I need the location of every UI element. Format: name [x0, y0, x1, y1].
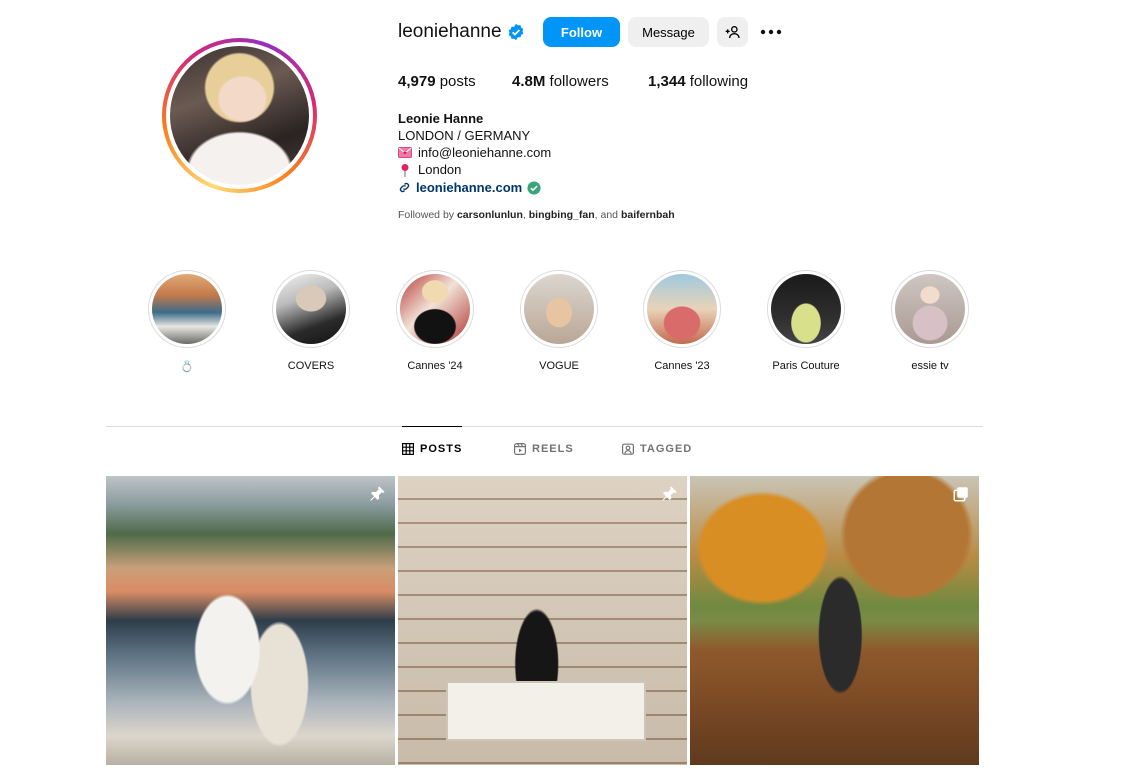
highlight-cover [643, 270, 721, 348]
followers-label: followers [549, 73, 609, 90]
post-image-detail [446, 681, 646, 741]
tab-tagged[interactable]: TAGGED [622, 427, 692, 471]
mutual-follower-link[interactable]: bingbing_fan [529, 209, 595, 221]
love-letter-icon [398, 147, 412, 158]
highlight-label: Cannes '24 [407, 360, 463, 372]
highlight-cover [891, 270, 969, 348]
mutual-follower-link[interactable]: carsonlunlun [457, 209, 523, 221]
carousel-icon [953, 487, 968, 502]
pin-icon [370, 486, 385, 501]
avatar-frame [166, 42, 313, 189]
round-pushpin-icon [401, 163, 409, 177]
story-highlight[interactable]: VOGUE [514, 270, 604, 372]
highlight-cover [396, 270, 474, 348]
message-button[interactable]: Message [628, 17, 709, 47]
link-icon [399, 182, 410, 193]
bio-email-row: info@leoniehanne.com [398, 144, 551, 161]
verified-badge-icon [508, 23, 524, 41]
pin-icon [662, 486, 677, 501]
verified-link-check-icon [527, 180, 541, 195]
bio-website-link[interactable]: leoniehanne.com [398, 179, 551, 196]
story-highlight[interactable]: Cannes '23 [637, 270, 727, 372]
suggested-users-button[interactable] [717, 17, 748, 47]
bio-location-line: LONDON / GERMANY [398, 128, 531, 143]
tagged-icon [622, 443, 634, 455]
post-thumbnail[interactable] [398, 476, 687, 765]
tab-reels-label: REELS [532, 443, 574, 455]
highlight-cover [767, 270, 845, 348]
story-highlight[interactable]: Paris Couture [761, 270, 851, 372]
profile-avatar-story-ring[interactable] [162, 38, 317, 193]
followers-stat-link[interactable]: 4.8M followers [512, 73, 609, 90]
bio-city-row: London [398, 161, 551, 178]
highlight-label: 💍 [180, 361, 194, 373]
post-thumbnail[interactable] [690, 476, 979, 765]
tab-tagged-label: TAGGED [640, 443, 693, 455]
posts-count: 4,979 [398, 73, 436, 90]
highlight-label: VOGUE [539, 360, 579, 372]
highlight-cover [148, 270, 226, 348]
highlight-image [647, 274, 717, 344]
story-highlight[interactable]: 💍 [142, 270, 232, 373]
highlight-image [771, 274, 841, 344]
story-highlight[interactable]: Cannes '24 [390, 270, 480, 372]
profile-bio: Leonie Hanne LONDON / GERMANY info@leoni… [398, 110, 551, 196]
followed-by-separator: , [522, 209, 526, 221]
follow-button[interactable]: Follow [543, 17, 620, 47]
add-user-icon [725, 26, 740, 39]
followed-by-line: Followed by carsonlunlun, bingbing_fan, … [398, 209, 675, 221]
profile-username: leoniehanne [398, 21, 502, 42]
mutual-follower-link[interactable]: baifernbah [621, 209, 675, 221]
tab-reels[interactable]: REELS [514, 427, 574, 471]
avatar [170, 46, 309, 185]
story-highlight[interactable]: essie tv [885, 270, 975, 372]
tab-posts[interactable]: POSTS [402, 426, 463, 470]
posts-count-stat: 4,979 posts [398, 73, 476, 90]
grid-icon [402, 442, 414, 455]
following-count: 1,344 [648, 73, 686, 90]
highlight-image [524, 274, 594, 344]
highlight-cover [272, 270, 350, 348]
more-options-icon[interactable] [759, 23, 783, 41]
highlight-label: Paris Couture [772, 360, 840, 372]
followed-by-prefix: Followed by [398, 209, 455, 221]
highlight-label: COVERS [287, 360, 335, 372]
bio-full-name: Leonie Hanne [398, 111, 484, 126]
highlight-cover [520, 270, 598, 348]
bio-city: London [418, 162, 462, 177]
highlight-image [895, 274, 965, 344]
following-label: following [689, 73, 749, 90]
bio-website-text: leoniehanne.com [416, 180, 523, 195]
highlight-image [400, 274, 470, 344]
following-stat-link[interactable]: 1,344 following [648, 73, 748, 90]
highlight-label: Cannes '23 [654, 360, 710, 372]
highlight-image [276, 274, 346, 344]
followers-count: 4.8M [512, 73, 546, 90]
post-image [106, 476, 395, 765]
story-highlight[interactable]: COVERS [266, 270, 356, 372]
post-image [690, 476, 979, 765]
posts-label: posts [439, 73, 476, 90]
highlight-label: essie tv [911, 360, 949, 372]
reels-icon [514, 443, 526, 455]
followed-by-separator: , and [594, 209, 619, 221]
highlight-image [152, 274, 222, 344]
bio-email: info@leoniehanne.com [418, 145, 552, 160]
post-thumbnail[interactable] [106, 476, 395, 765]
tab-posts-label: POSTS [420, 442, 463, 455]
